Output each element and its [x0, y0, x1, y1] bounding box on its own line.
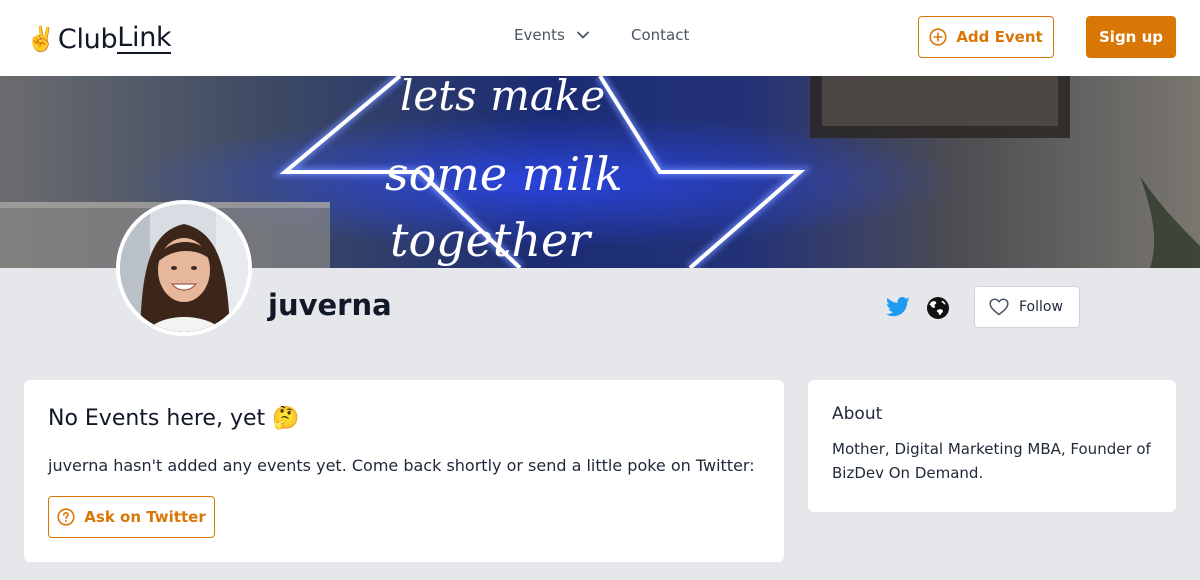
site-header: ✌️ Club Link Events Contact Add Event Si…: [0, 0, 1200, 76]
ask-on-twitter-button[interactable]: Ask on Twitter: [48, 496, 215, 538]
nav-events-label: Events: [514, 26, 565, 44]
add-event-label: Add Event: [956, 28, 1043, 46]
twitter-icon: [886, 297, 910, 317]
about-text: Mother, Digital Marketing MBA, Founder o…: [832, 440, 1151, 482]
nav-events-dropdown[interactable]: Events: [514, 26, 589, 44]
ask-on-twitter-label: Ask on Twitter: [84, 508, 206, 526]
follow-button[interactable]: Follow: [974, 286, 1080, 328]
events-empty-title: No Events here, yet 🤔: [48, 406, 300, 431]
about-title: About: [832, 404, 883, 424]
website-link[interactable]: [926, 296, 950, 320]
logo-text-club: Club: [57, 23, 118, 55]
nav-contact-link[interactable]: Contact: [631, 26, 689, 44]
plus-circle-icon: [929, 28, 947, 46]
banner-neon-line-2: some milk: [385, 147, 623, 201]
logo-text-link: Link: [117, 21, 172, 55]
victory-hand-icon: ✌️: [26, 25, 56, 53]
heart-icon: [989, 298, 1009, 316]
profile-username: juverna: [268, 288, 392, 322]
clublink-logo[interactable]: ✌️ Club Link: [26, 21, 172, 56]
banner-neon-line-3: together: [390, 213, 593, 267]
events-card: No Events here, yet 🤔 juverna hasn't add…: [24, 380, 784, 562]
twitter-profile-link[interactable]: [886, 296, 910, 318]
events-empty-description: juverna hasn't added any events yet. Com…: [48, 456, 755, 475]
chevron-down-icon: [576, 31, 589, 39]
about-card: About Mother, Digital Marketing MBA, Fou…: [808, 380, 1176, 512]
add-event-button[interactable]: Add Event: [918, 16, 1054, 58]
avatar-photo: [120, 204, 248, 332]
profile-avatar: [116, 200, 252, 336]
signup-button[interactable]: Sign up: [1086, 16, 1176, 58]
banner-neon-line-1: lets make: [400, 76, 605, 120]
globe-icon: [927, 297, 949, 319]
follow-label: Follow: [1019, 299, 1063, 315]
question-circle-icon: [57, 508, 75, 526]
